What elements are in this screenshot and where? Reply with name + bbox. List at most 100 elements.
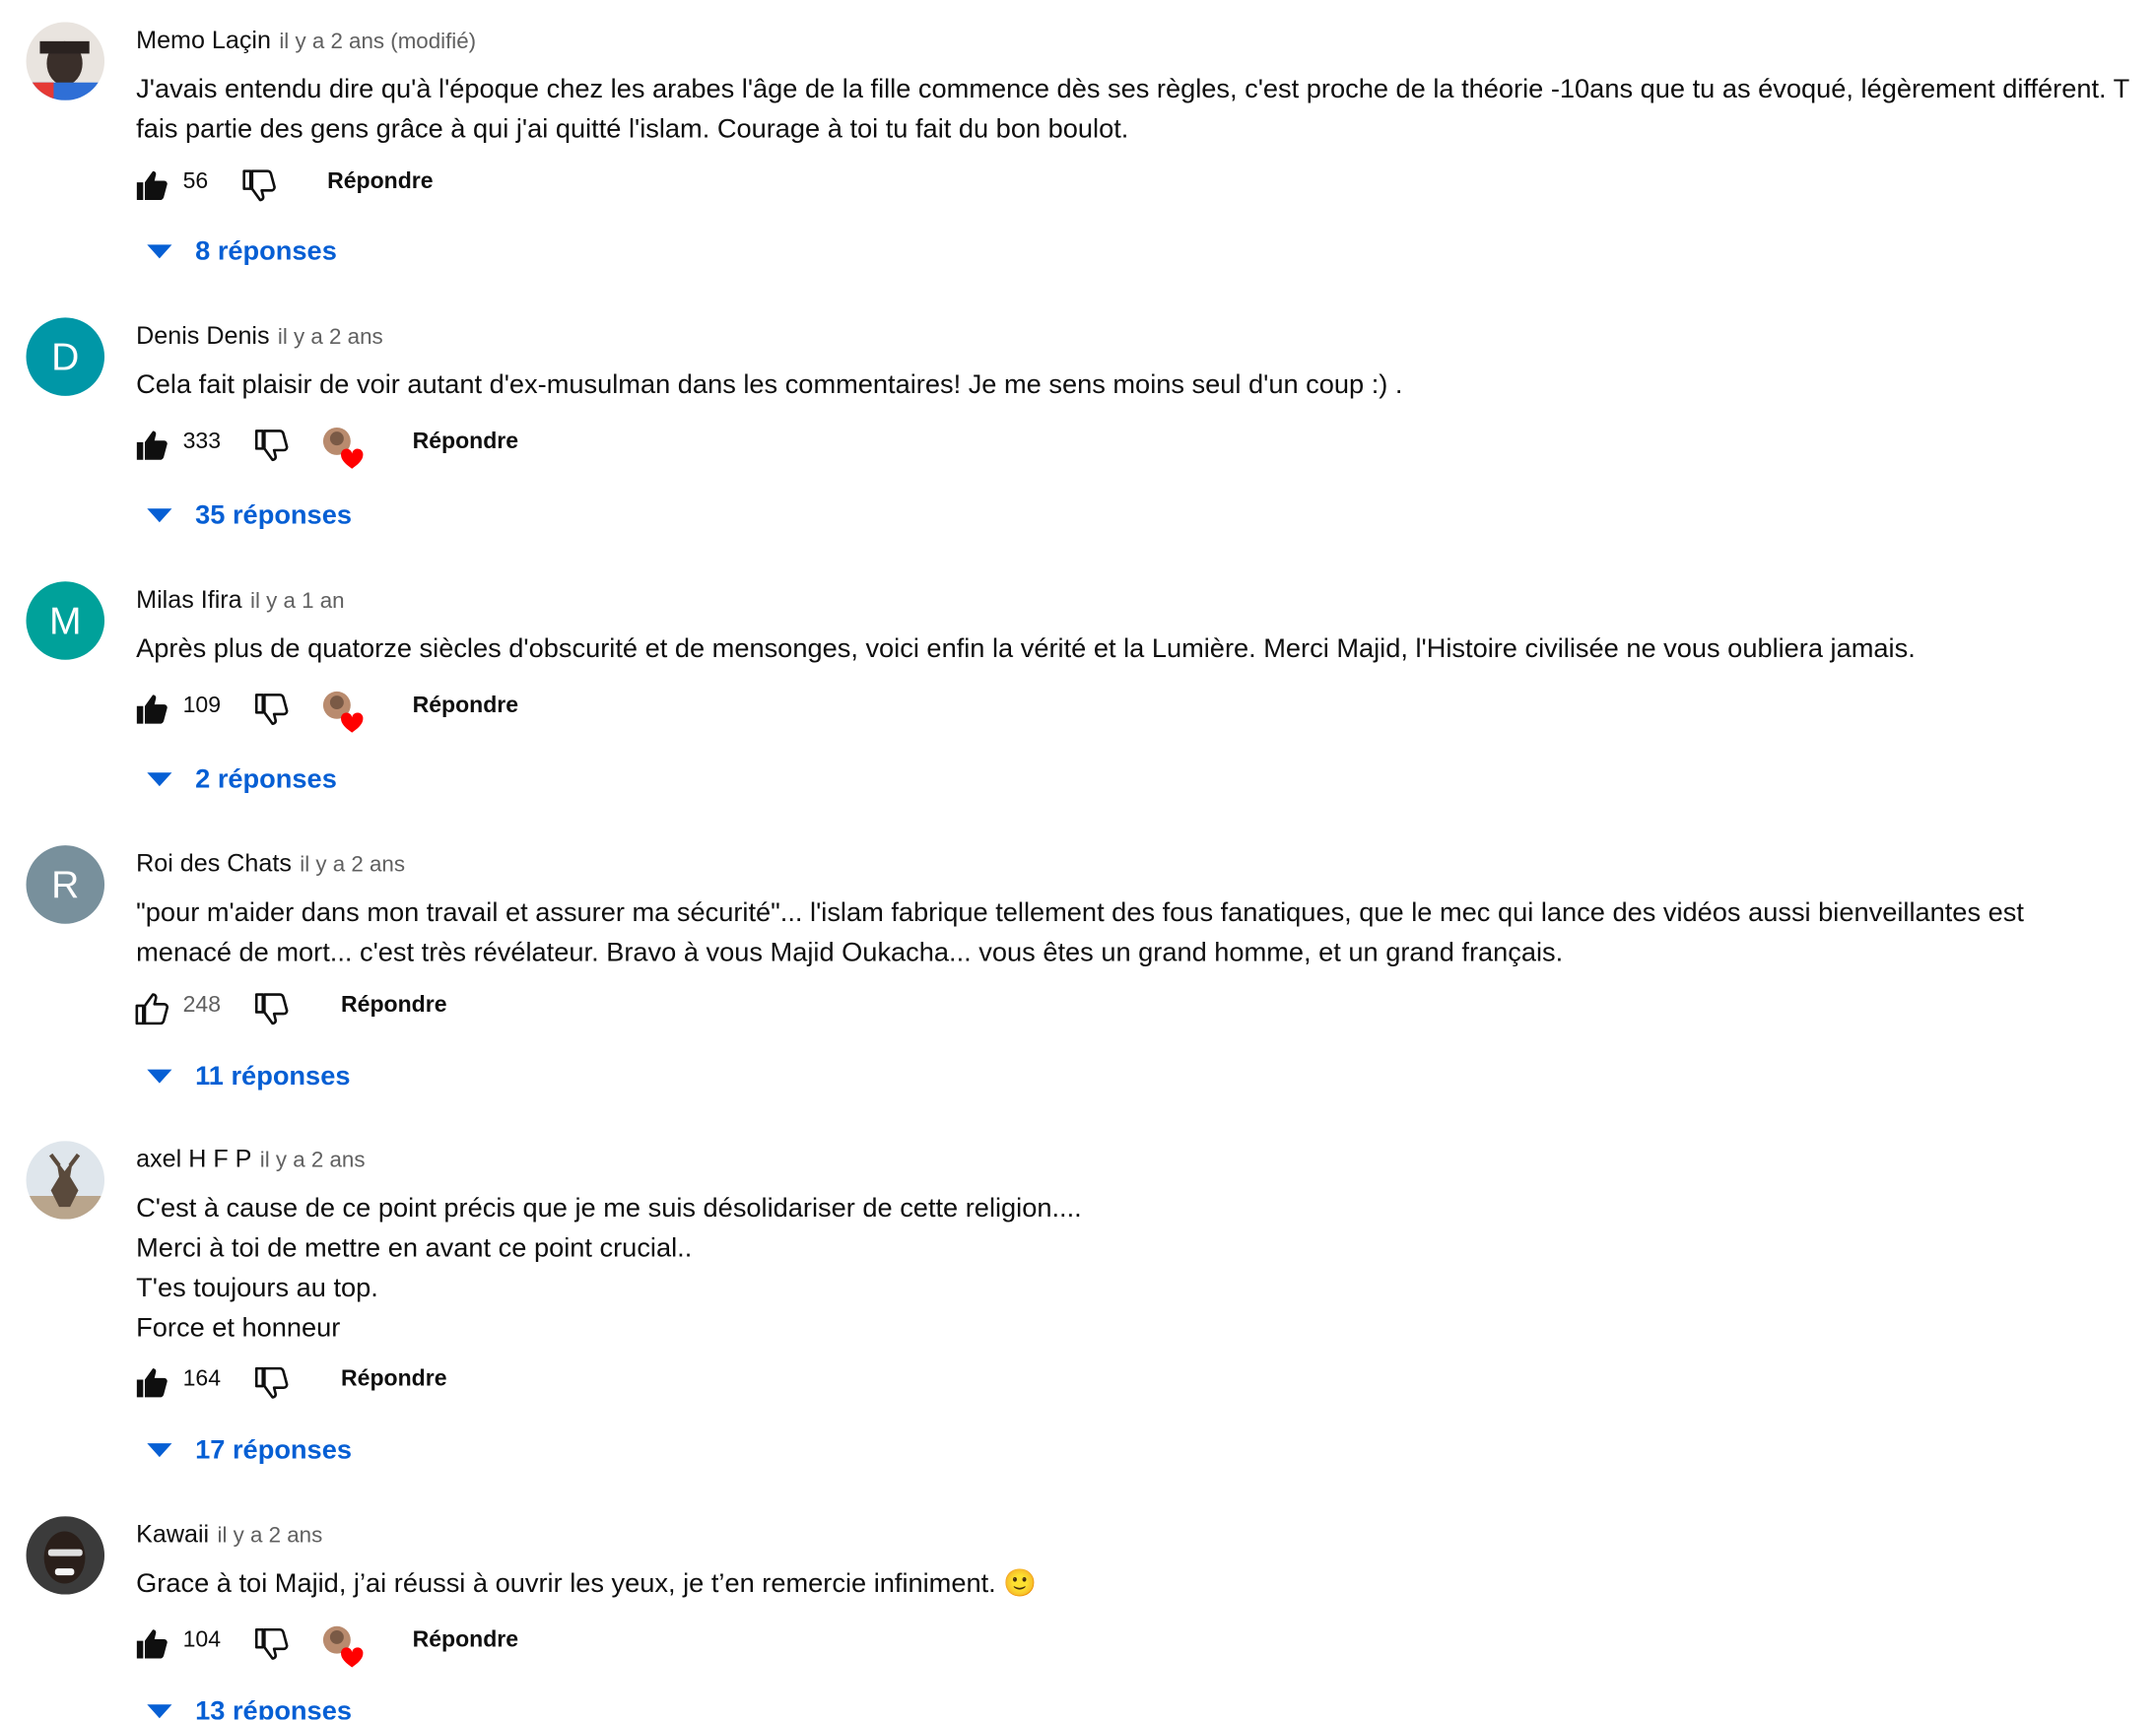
comment-text: Grace à toi Majid, j’ai réussi à ouvrir … (136, 1564, 1037, 1604)
creator-heart-icon (322, 1625, 364, 1668)
profile-photo-icon (26, 1141, 105, 1220)
caret-down-icon (147, 244, 172, 259)
avatar[interactable] (26, 1141, 105, 1220)
comment-author[interactable]: axel H F P (136, 1145, 251, 1172)
comment-timestamp[interactable]: il y a 2 ans (278, 326, 383, 350)
like-button[interactable] (132, 1624, 170, 1663)
comment-text-line: menacé de mort... c'est très révélateur.… (136, 937, 1564, 968)
avatar[interactable]: D (26, 317, 105, 396)
view-replies-button[interactable]: 17 réponses (146, 1429, 352, 1471)
avatar[interactable] (26, 22, 105, 100)
comment-text-line: Grace à toi Majid, j’ai réussi à ouvrir … (136, 1568, 1038, 1599)
like-button[interactable] (132, 990, 170, 1028)
profile-photo-icon (26, 22, 105, 100)
like-button[interactable] (132, 690, 170, 728)
comment-text-line: Après plus de quatorze siècles d'obscuri… (136, 633, 1916, 664)
comment-author[interactable]: Roi des Chats (136, 849, 292, 877)
comment-author[interactable]: Memo Laçin (136, 27, 271, 54)
dislike-button[interactable] (239, 166, 278, 205)
like-button[interactable] (132, 427, 170, 465)
thumbs-up-filled-icon (136, 170, 168, 201)
dislike-button[interactable] (251, 1624, 290, 1663)
profile-photo-icon (26, 1516, 105, 1595)
comment: axel H F P il y a 2 ans C'est à cause de … (0, 1141, 2156, 1498)
view-replies-button[interactable]: 35 réponses (146, 495, 352, 536)
like-button[interactable] (132, 1363, 170, 1402)
comment-toolbar: 333 Répondre (132, 421, 957, 470)
view-replies-button[interactable]: 2 réponses (146, 759, 337, 800)
comment-text-line: fais partie des gens grâce à qui j'ai qu… (136, 113, 1129, 145)
caret-down-icon (147, 1069, 172, 1084)
thumbs-down-icon (254, 430, 289, 462)
reply-button[interactable]: Répondre (413, 429, 518, 455)
caret-down-icon (147, 508, 172, 523)
comment-author[interactable]: Denis Denis (136, 322, 269, 350)
creator-heart-badge (319, 1622, 366, 1669)
like-button[interactable] (132, 166, 170, 205)
comment: Memo Laçin il y a 2 ans (modifié) J'avais… (0, 22, 2156, 297)
comment-author[interactable]: Milas Ifira (136, 585, 241, 613)
dislike-button[interactable] (251, 990, 290, 1028)
comment-author[interactable]: Kawaii (136, 1520, 209, 1548)
comment-toolbar: 248 Répondre (132, 984, 957, 1030)
comment: D Denis Denis il y a 2 ans Cela fait plai… (0, 317, 2156, 578)
view-replies-button[interactable]: 8 réponses (146, 231, 337, 272)
reply-button[interactable]: Répondre (413, 1627, 518, 1654)
dislike-button[interactable] (251, 690, 290, 728)
creator-heart-icon (322, 427, 364, 469)
comment-text: "pour m'aider dans mon travail et assure… (136, 893, 2024, 973)
comment-timestamp[interactable]: il y a 2 ans (260, 1150, 366, 1173)
caret-down-icon (147, 1704, 172, 1719)
view-replies-button[interactable]: 13 réponses (146, 1690, 352, 1720)
reply-button[interactable]: Répondre (341, 992, 446, 1019)
like-count: 248 (182, 992, 222, 1018)
comment-toolbar: 56 Répondre (132, 161, 957, 207)
replies-count-label: 11 réponses (195, 1060, 351, 1092)
comment-text: J'avais entendu dire qu'à l'époque chez … (136, 70, 2129, 150)
comment-text-line: T'es toujours au top. (136, 1273, 378, 1303)
comment-text: Après plus de quatorze siècles d'obscuri… (136, 629, 1916, 669)
view-replies-button[interactable]: 11 réponses (146, 1056, 351, 1097)
comment-timestamp[interactable]: il y a 2 ans (300, 854, 405, 878)
comment-text: Cela fait plaisir de voir autant d'ex-mu… (136, 365, 1402, 405)
caret-down-icon (147, 772, 172, 787)
comment-toolbar: 109 Répondre (132, 685, 957, 733)
comment-timestamp[interactable]: il y a 2 ans (218, 1524, 323, 1548)
comment-text-line: C'est à cause de ce point précis que je … (136, 1193, 1082, 1224)
reply-button[interactable]: Répondre (327, 169, 433, 196)
creator-heart-badge (319, 424, 366, 470)
comment: Kawaii il y a 2 ans Grace à toi Majid, j’… (0, 1516, 2156, 1720)
comments-section: Memo Laçin il y a 2 ans (modifié) J'avais… (0, 0, 2156, 1720)
avatar-letter: D (51, 334, 80, 378)
reply-button[interactable]: Répondre (341, 1366, 446, 1393)
dislike-button[interactable] (251, 1363, 290, 1402)
thumbs-up-filled-icon (136, 1629, 168, 1659)
like-count: 104 (182, 1627, 222, 1653)
creator-heart-icon (322, 691, 364, 733)
replies-count-label: 35 réponses (195, 499, 352, 530)
thumbs-down-icon (242, 169, 276, 202)
comment-text-line: Merci à toi de mettre en avant ce point … (136, 1232, 693, 1264)
avatar[interactable]: M (26, 581, 105, 660)
caret-down-icon (147, 1443, 172, 1458)
comment-text-line: J'avais entendu dire qu'à l'époque chez … (136, 74, 2130, 105)
avatar[interactable]: R (26, 845, 105, 924)
replies-count-label: 17 réponses (195, 1434, 352, 1465)
reply-button[interactable]: Répondre (413, 693, 518, 719)
like-count: 109 (182, 693, 222, 718)
comment-timestamp[interactable]: il y a 1 an (250, 590, 345, 614)
thumbs-down-icon (254, 993, 289, 1025)
avatar[interactable] (26, 1516, 105, 1595)
replies-count-label: 8 réponses (195, 235, 337, 267)
replies-count-label: 2 réponses (195, 763, 337, 794)
dislike-button[interactable] (251, 427, 290, 465)
like-count: 164 (182, 1366, 222, 1392)
comment-timestamp[interactable]: il y a 2 ans (modifié) (279, 31, 476, 54)
thumbs-up-icon (135, 993, 169, 1025)
comment: M Milas Ifira il y a 1 an Après plus de q… (0, 581, 2156, 842)
avatar-letter: R (51, 862, 80, 905)
thumbs-up-filled-icon (136, 695, 168, 724)
comment: R Roi des Chats il y a 2 ans "pour m'aide… (0, 845, 2156, 1120)
comment-toolbar: 164 Répondre (132, 1358, 957, 1405)
thumbs-up-filled-icon (136, 1368, 168, 1398)
